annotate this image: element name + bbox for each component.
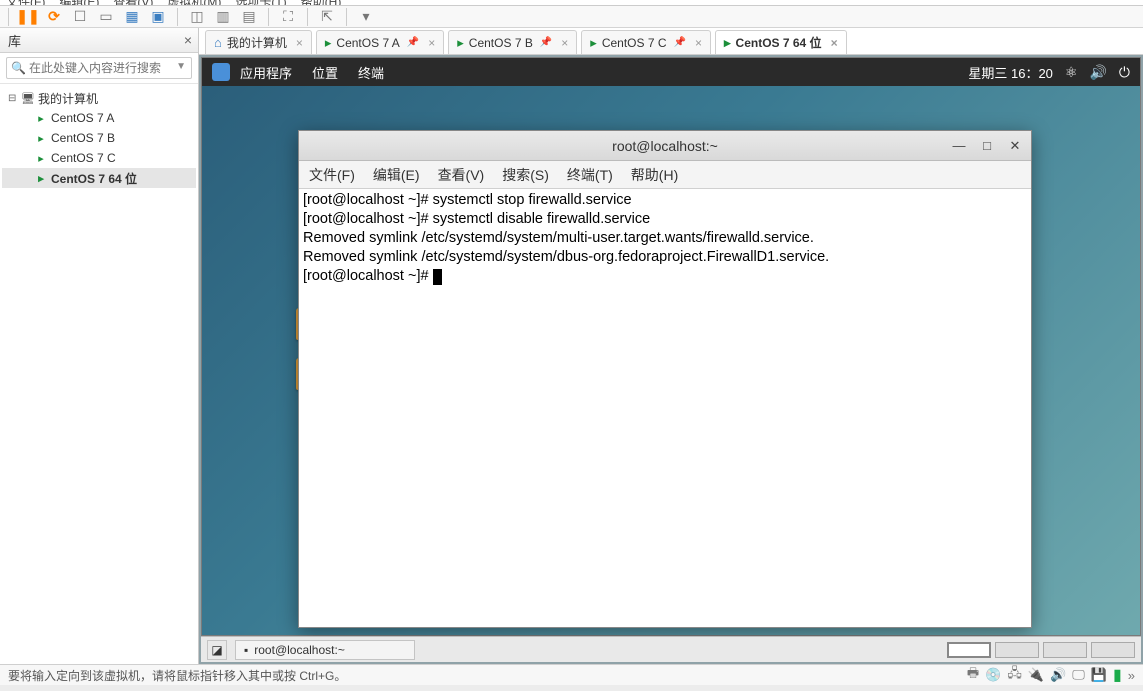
terminal-title: root@localhost:~: [612, 138, 718, 154]
pause-icon[interactable]: ❚❚: [19, 8, 37, 26]
power-icon[interactable]: ⟳: [45, 8, 63, 26]
chevron-icon[interactable]: »: [1128, 668, 1135, 683]
cursor: [433, 269, 442, 285]
menu-edit[interactable]: 编辑(E): [373, 165, 420, 185]
dropdown-icon[interactable]: ▼: [176, 61, 186, 72]
fullscreen-icon[interactable]: ⛶: [279, 8, 297, 26]
menu-help[interactable]: 帮助(H): [631, 165, 678, 185]
terminal-menu[interactable]: 终端: [358, 63, 384, 82]
vm-icon: ▸: [34, 151, 48, 165]
status-hint: 要将输入定向到该虚拟机，请将鼠标指针移入其中或按 Ctrl+G。: [8, 667, 346, 684]
close-icon[interactable]: ×: [428, 36, 435, 50]
close-icon[interactable]: ×: [695, 36, 702, 50]
vm-display-area: 应用程序 位置 终端 星期三 16：20 ⚛ 🔊 ⏻ roo: [199, 55, 1143, 664]
printer-icon[interactable]: 🖶: [967, 664, 979, 686]
vm-icon: ▸: [34, 111, 48, 125]
search-input[interactable]: [6, 57, 192, 79]
menu-terminal[interactable]: 终端(T): [567, 165, 613, 185]
running-icon[interactable]: ▮: [1113, 665, 1122, 685]
tree-item-centos-b[interactable]: ▸ CentOS 7 B: [2, 128, 196, 148]
close-icon[interactable]: ×: [831, 36, 838, 50]
terminal-menu-bar: 文件(F) 编辑(E) 查看(V) 搜索(S) 终端(T) 帮助(H): [299, 161, 1031, 189]
workspace-2[interactable]: [995, 642, 1039, 658]
network-icon[interactable]: 🖧: [1007, 664, 1022, 686]
close-icon[interactable]: ✕: [1005, 137, 1025, 155]
terminal-output[interactable]: [root@localhost ~]# systemctl stop firew…: [299, 189, 1031, 627]
pin-icon[interactable]: 📌: [540, 37, 552, 48]
display-icon[interactable]: 🖵: [1072, 667, 1085, 683]
show-desktop-icon[interactable]: ◪: [207, 640, 227, 660]
close-icon[interactable]: ×: [296, 36, 303, 50]
vm-icon: ▸: [724, 35, 731, 51]
status-icons: 🖶 💿 🖧 🔌 🔊 🖵 💾 ▮ »: [967, 664, 1135, 686]
host-toolbar: ❚❚ ⟳ ☐ ▭ ▦ ▣ ◫ ▥ ▤ ⛶ ⇱ ▾: [0, 6, 1143, 28]
tree-item-centos-64[interactable]: ▸ CentOS 7 64 位: [2, 168, 196, 188]
tree-item-centos-c[interactable]: ▸ CentOS 7 C: [2, 148, 196, 168]
workspace-1[interactable]: [947, 642, 991, 658]
vm-icon: ▸: [34, 171, 48, 185]
tree-root[interactable]: ⊟ 🖥 我的计算机: [2, 88, 196, 108]
minimize-icon[interactable]: —: [949, 137, 969, 155]
layout2-icon[interactable]: ▥: [214, 8, 232, 26]
gnome-top-bar: 应用程序 位置 终端 星期三 16：20 ⚛ 🔊 ⏻: [202, 58, 1140, 86]
terminal-icon: ▪: [244, 643, 248, 657]
taskbar-item-terminal[interactable]: ▪ root@localhost:~: [235, 640, 415, 660]
home-icon: ⌂: [214, 35, 222, 50]
computer-icon: 🖥: [21, 91, 35, 105]
library-sidebar: 库 × 🔍 ▼ ⊟ 🖥 我的计算机 ▸ CentOS 7 A ▸ CentOS …: [0, 28, 199, 664]
cd-icon[interactable]: 💿: [985, 667, 1001, 683]
sound-icon[interactable]: 🔊: [1050, 667, 1066, 683]
menu-view[interactable]: 查看(V): [438, 165, 485, 185]
vm-tree: ⊟ 🖥 我的计算机 ▸ CentOS 7 A ▸ CentOS 7 B ▸ Ce…: [0, 84, 198, 664]
host-statusbar: 要将输入定向到该虚拟机，请将鼠标指针移入其中或按 Ctrl+G。 🖶 💿 🖧 🔌…: [0, 664, 1143, 685]
snapshot-icon[interactable]: ☐: [71, 8, 89, 26]
tab-centos-64[interactable]: ▸ CentOS 7 64 位 ×: [715, 30, 847, 54]
hdd-icon[interactable]: 💾: [1091, 667, 1107, 683]
vm-icon: ▸: [457, 35, 464, 51]
search-icon: 🔍: [11, 61, 26, 75]
sidebar-close-icon[interactable]: ×: [184, 32, 192, 48]
tool-icon[interactable]: ▦: [123, 8, 141, 26]
gnome-taskbar: ◪ ▪ root@localhost:~: [201, 636, 1141, 662]
tool2-icon[interactable]: ▣: [149, 8, 167, 26]
collapse-icon[interactable]: ⊟: [8, 93, 18, 104]
vm-tabs: ⌂ 我的计算机 × ▸ CentOS 7 A 📌 × ▸ CentOS 7 B …: [199, 28, 1143, 55]
network-icon[interactable]: ⚛: [1065, 64, 1078, 81]
menu-search[interactable]: 搜索(S): [502, 165, 549, 185]
close-icon[interactable]: ×: [561, 36, 568, 50]
apps-menu[interactable]: 应用程序: [240, 63, 292, 82]
vm-icon: ▸: [590, 35, 597, 51]
dropdown-icon[interactable]: ▾: [357, 8, 375, 26]
export-icon[interactable]: ⇱: [318, 8, 336, 26]
clock[interactable]: 星期三 16：20: [968, 63, 1053, 82]
layout3-icon[interactable]: ▤: [240, 8, 258, 26]
vm-icon: ▸: [34, 131, 48, 145]
snapshot2-icon[interactable]: ▭: [97, 8, 115, 26]
vm-icon: ▸: [325, 35, 332, 51]
tab-centos-c[interactable]: ▸ CentOS 7 C 📌 ×: [581, 30, 711, 54]
tab-centos-a[interactable]: ▸ CentOS 7 A 📌 ×: [316, 30, 444, 54]
terminal-titlebar[interactable]: root@localhost:~ — □ ✕: [299, 131, 1031, 161]
places-menu[interactable]: 位置: [312, 63, 338, 82]
terminal-window: root@localhost:~ — □ ✕ 文件(F) 编辑(E) 查看(V)…: [298, 130, 1032, 628]
pin-icon[interactable]: 📌: [407, 37, 419, 48]
layout1-icon[interactable]: ◫: [188, 8, 206, 26]
guest-desktop[interactable]: 应用程序 位置 终端 星期三 16：20 ⚛ 🔊 ⏻ roo: [201, 57, 1141, 636]
menu-file[interactable]: 文件(F): [309, 165, 355, 185]
sidebar-title: 库: [8, 31, 21, 50]
power-icon[interactable]: ⏻: [1119, 64, 1130, 81]
workspace-3[interactable]: [1043, 642, 1087, 658]
maximize-icon[interactable]: □: [977, 137, 997, 155]
tree-item-centos-a[interactable]: ▸ CentOS 7 A: [2, 108, 196, 128]
tab-home[interactable]: ⌂ 我的计算机 ×: [205, 30, 312, 54]
usb-icon[interactable]: 🔌: [1028, 667, 1044, 683]
workspace-4[interactable]: [1091, 642, 1135, 658]
volume-icon[interactable]: 🔊: [1089, 64, 1106, 81]
activities-icon[interactable]: [212, 63, 230, 81]
sidebar-header: 库 ×: [0, 28, 198, 53]
pin-icon[interactable]: 📌: [674, 37, 686, 48]
workspace-switcher[interactable]: [947, 642, 1135, 658]
tab-centos-b[interactable]: ▸ CentOS 7 B 📌 ×: [448, 30, 577, 54]
